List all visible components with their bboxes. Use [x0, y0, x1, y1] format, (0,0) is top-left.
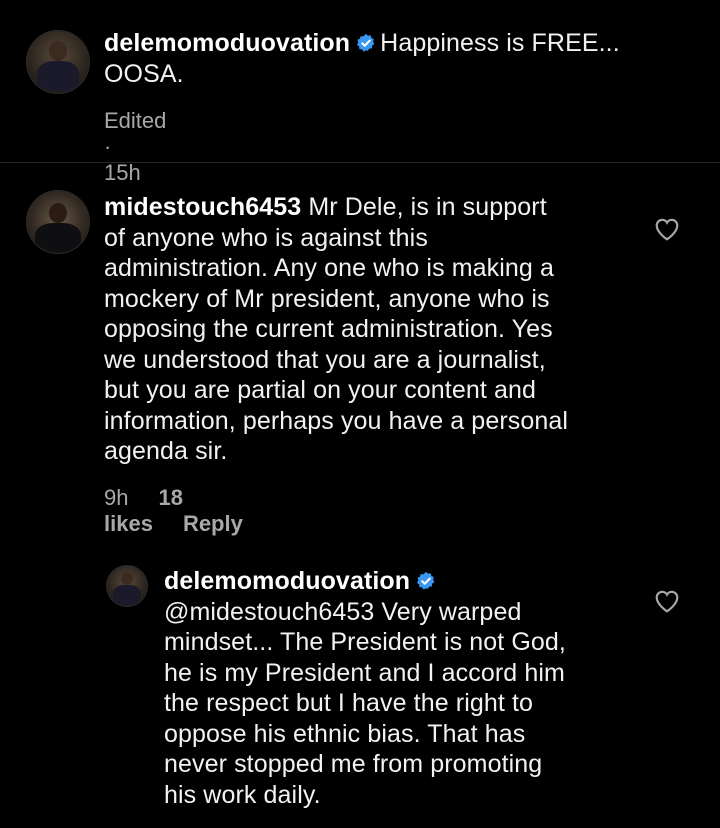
comment-meta: 9h 18 likes Reply	[104, 485, 273, 537]
comment-line: agenda sir.	[104, 437, 228, 465]
reply-line: mindset... The President is not God,	[164, 628, 566, 656]
comment-line: we understood that you are a journalist,	[104, 345, 546, 374]
reply-text: delemomoduovation @midestouch6453 Very w…	[164, 566, 644, 810]
reply-line: he is my President and I accord him	[164, 658, 565, 687]
heart-outline-icon[interactable]	[654, 589, 680, 613]
comment-line: Mr Dele, is in support	[308, 193, 547, 221]
comment-line: opposing the current administration. Yes	[104, 315, 553, 343]
comment-line: administration. Any one who is making a	[104, 254, 554, 282]
reply-line: his work daily.	[164, 780, 321, 809]
avatar[interactable]	[26, 190, 90, 254]
caption-line2: OOSA.	[104, 59, 184, 88]
caption-username[interactable]: delemomoduovation	[104, 29, 350, 57]
verified-badge-icon	[417, 571, 435, 590]
avatar[interactable]	[26, 30, 90, 94]
caption-line1: Happiness is FREE...	[380, 29, 620, 57]
heart-outline-icon[interactable]	[654, 217, 680, 241]
verified-badge-icon	[357, 33, 375, 52]
caption-time: 15h	[104, 160, 141, 185]
comment-line: but you are partial on your content and	[104, 376, 536, 404]
reply-line: @midestouch6453 Very warped	[164, 597, 522, 626]
reply-line: the respect but I have the right to	[164, 689, 534, 717]
avatar[interactable]	[106, 565, 148, 607]
reply-line: oppose his ethnic bias. That has	[164, 719, 526, 748]
divider	[0, 162, 720, 163]
comment-line: of anyone who is against this	[104, 223, 428, 252]
comment-text: midestouch6453 Mr Dele, is in support of…	[104, 192, 664, 467]
comment-time: 9h	[104, 485, 129, 510]
comment-line: information, perhaps you have a personal	[104, 406, 569, 435]
comment-line: mockery of Mr president, anyone who is	[104, 284, 550, 313]
caption-meta: Edited · 15h	[104, 108, 167, 185]
reply-username[interactable]: delemomoduovation	[164, 567, 410, 595]
caption-text: delemomoduovation Happiness is FREE... OO…	[104, 28, 704, 89]
reply-button[interactable]: Reply	[183, 511, 243, 536]
comment-username[interactable]: midestouch6453	[104, 193, 301, 221]
reply-line: never stopped me from promoting	[164, 750, 543, 778]
edited-label: Edited	[104, 108, 167, 133]
